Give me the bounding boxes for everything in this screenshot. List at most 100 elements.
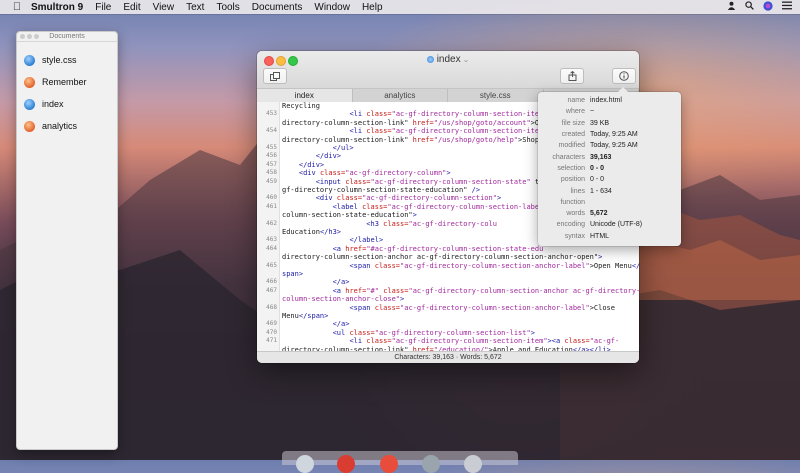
- menu-edit[interactable]: Edit: [123, 2, 140, 13]
- menu-window[interactable]: Window: [314, 2, 350, 13]
- line-number: 471: [266, 337, 277, 345]
- line-number: 458: [266, 169, 277, 177]
- info-value: 0 - 0: [590, 176, 605, 184]
- code-text: </a>: [332, 278, 350, 287]
- apple-menu-icon[interactable]: : [11, 1, 23, 13]
- info-row-selection: selection 0 - 0: [538, 163, 681, 174]
- documents-panel-title: Documents: [17, 32, 117, 42]
- info-key: encoding: [556, 221, 585, 229]
- info-value: 39 KB: [590, 119, 610, 127]
- tab-style-css[interactable]: style.css: [448, 89, 544, 102]
- info-key: lines: [570, 187, 585, 195]
- line-number: 460: [266, 194, 277, 202]
- code-text: <div class="ac-gf-directory-column-secti…: [315, 194, 502, 203]
- app-icon[interactable]: [422, 455, 440, 473]
- code-text: </a>: [332, 320, 350, 329]
- user-icon[interactable]: [727, 1, 736, 13]
- code-text: </div>: [298, 160, 325, 169]
- code-text: <li class="ac-gf-directory-column-sectio…: [349, 110, 548, 119]
- menu-text[interactable]: Text: [186, 2, 204, 13]
- info-value: Today, 9:25 AM: [590, 131, 638, 139]
- document-item-label: analytics: [42, 121, 78, 131]
- menu-app-name[interactable]: Smultron 9: [31, 2, 83, 13]
- code-text: </div>: [315, 152, 342, 161]
- code-text: <a href="#ac-gf-directory-column-section…: [332, 244, 544, 253]
- siri-icon[interactable]: [763, 0, 773, 14]
- document-info-popover: name index.html where ~ file size 39 KB create…: [538, 87, 681, 246]
- line-number: 456: [266, 152, 277, 160]
- code-text: <input class="ac-gf-directory-column-sec…: [315, 177, 544, 186]
- info-row-created: created Today, 9:25 AM: [538, 129, 681, 140]
- info-key: characters: [552, 153, 585, 161]
- document-item-style-css[interactable]: style.css: [17, 49, 117, 71]
- line-number: 453: [266, 110, 277, 118]
- menu-view[interactable]: View: [153, 2, 175, 13]
- info-row-encoding: encoding Unicode (UTF-8): [538, 219, 681, 230]
- code-text: Recycling: [282, 102, 320, 110]
- orange-document-icon: [24, 76, 35, 88]
- code-text: <h3 class="ac-gf-directory-colu: [366, 219, 497, 228]
- info-value: index.html: [590, 97, 622, 105]
- line-number: 469: [266, 320, 277, 328]
- info-row-words: words 5,672: [538, 208, 681, 219]
- document-item-remember[interactable]: Remember: [17, 71, 117, 93]
- window-title: index ⌄: [257, 54, 639, 65]
- info-key: file size: [561, 119, 585, 127]
- info-key: created: [561, 131, 585, 139]
- documents-toggle-button[interactable]: [263, 68, 287, 84]
- code-text: column-section-anchor-close">: [282, 295, 405, 304]
- info-button[interactable]: [612, 68, 636, 84]
- info-key: position: [560, 176, 585, 184]
- code-text: <label class="ac-gf-directory-column-sec…: [332, 202, 544, 211]
- document-item-label: Remember: [42, 77, 87, 87]
- info-key: name: [567, 97, 585, 105]
- document-item-analytics[interactable]: analytics: [17, 115, 117, 137]
- menu-help[interactable]: Help: [362, 2, 383, 13]
- tab-analytics[interactable]: analytics: [353, 89, 448, 102]
- code-text: </ul>: [332, 144, 354, 152]
- dock: [282, 451, 518, 473]
- menu-tools[interactable]: Tools: [216, 2, 239, 13]
- notification-center-icon[interactable]: [782, 1, 792, 13]
- line-number: 454: [266, 127, 277, 135]
- line-number: 461: [266, 202, 277, 210]
- info-row-file-size: file size 39 KB: [538, 118, 681, 129]
- info-row-syntax: syntax HTML: [538, 231, 681, 242]
- line-number: 459: [266, 177, 277, 185]
- orange-document-icon: [24, 120, 35, 132]
- blue-document-icon: [24, 54, 35, 66]
- code-text: <ul class="ac-gf-directory-column-sectio…: [332, 328, 535, 337]
- info-value: HTML: [590, 232, 610, 240]
- code-text: <li class="ac-gf-directory-column-sectio…: [349, 127, 548, 136]
- document-item-label: style.css: [42, 55, 77, 65]
- document-proxy-icon[interactable]: [426, 56, 434, 63]
- info-value: Today, 9:25 AM: [590, 142, 638, 150]
- document-item-index[interactable]: index: [17, 93, 117, 115]
- window-titlebar[interactable]: index ⌄: [257, 51, 639, 89]
- line-number: 462: [266, 219, 277, 227]
- info-icon: [619, 71, 629, 81]
- document-item-label: index: [42, 99, 64, 109]
- line-number: 468: [266, 303, 277, 311]
- code-text: directory-column-section-link" href="/us…: [282, 118, 544, 127]
- code-text: <span class="ac-gf-directory-column-sect…: [349, 303, 615, 312]
- line-number: 464: [266, 244, 277, 252]
- code-text: <span class="ac-gf-directory-column-sect…: [349, 261, 639, 270]
- blue-document-icon: [24, 98, 35, 110]
- menu-documents[interactable]: Documents: [252, 2, 303, 13]
- code-text: Menu</span>: [282, 312, 329, 320]
- code-text: <a href="#" class="ac-gf-directory-colum…: [332, 286, 639, 295]
- chevron-down-icon[interactable]: ⌄: [463, 55, 470, 64]
- tab-index[interactable]: index: [257, 89, 353, 102]
- search-icon[interactable]: [745, 1, 754, 13]
- finder-icon[interactable]: [296, 455, 314, 473]
- info-value: 39,163: [590, 153, 612, 161]
- share-button[interactable]: [560, 68, 584, 84]
- menu-file[interactable]: File: [95, 2, 111, 13]
- app-icon[interactable]: [337, 455, 355, 473]
- app-icon[interactable]: [380, 455, 398, 473]
- line-number: 463: [266, 236, 277, 244]
- app-icon[interactable]: [464, 455, 482, 473]
- code-text: </label>: [349, 236, 384, 245]
- code-text: directory-column-section-anchor ac-gf-di…: [282, 253, 603, 262]
